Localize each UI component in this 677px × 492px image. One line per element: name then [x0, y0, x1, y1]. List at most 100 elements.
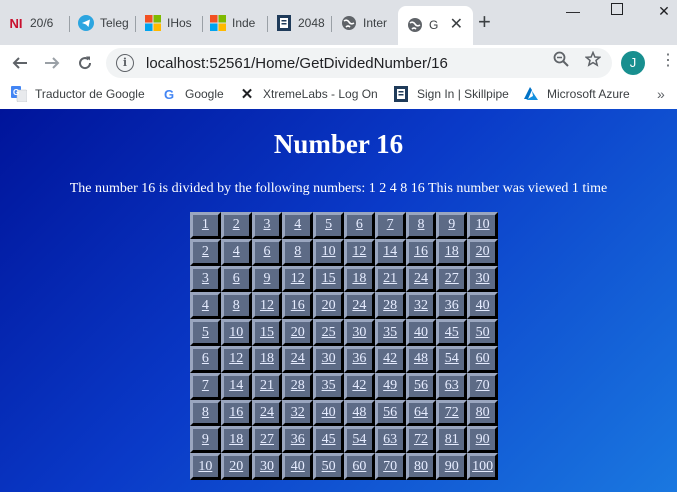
number-link[interactable]: 9 — [202, 432, 209, 447]
back-icon[interactable] — [8, 51, 32, 75]
number-link[interactable]: 30 — [352, 325, 366, 340]
number-link[interactable]: 24 — [291, 351, 305, 366]
number-link[interactable]: 5 — [325, 217, 332, 232]
number-link[interactable]: 10 — [229, 325, 243, 340]
profile-avatar[interactable]: J — [621, 51, 645, 75]
number-link[interactable]: 10 — [198, 459, 212, 474]
number-link[interactable]: 42 — [383, 351, 397, 366]
number-link[interactable]: 27 — [445, 271, 459, 286]
number-link[interactable]: 6 — [202, 351, 209, 366]
number-link[interactable]: 32 — [414, 298, 428, 313]
bookmark-azure[interactable]: Microsoft Azure — [523, 86, 630, 102]
number-link[interactable]: 56 — [414, 378, 428, 393]
number-link[interactable]: 35 — [322, 378, 336, 393]
number-link[interactable]: 20 — [291, 325, 305, 340]
number-link[interactable]: 21 — [260, 378, 274, 393]
bookmark-google[interactable]: G Google — [161, 86, 224, 102]
number-link[interactable]: 45 — [322, 432, 336, 447]
tab-6[interactable]: Inter — [341, 8, 397, 38]
number-link[interactable]: 64 — [414, 405, 428, 420]
number-link[interactable]: 60 — [476, 351, 490, 366]
more-bookmarks-icon[interactable]: » — [657, 86, 665, 102]
number-link[interactable]: 56 — [383, 405, 397, 420]
number-link[interactable]: 35 — [383, 325, 397, 340]
number-link[interactable]: 18 — [352, 271, 366, 286]
number-link[interactable]: 70 — [476, 378, 490, 393]
number-link[interactable]: 9 — [448, 217, 455, 232]
number-link[interactable]: 12 — [291, 271, 305, 286]
number-link[interactable]: 4 — [233, 244, 240, 259]
tab-active[interactable]: G ✕ — [398, 6, 473, 45]
number-link[interactable]: 24 — [352, 298, 366, 313]
number-link[interactable]: 36 — [352, 351, 366, 366]
reload-icon[interactable] — [73, 51, 97, 75]
number-link[interactable]: 14 — [229, 378, 243, 393]
tab-4[interactable]: Inde — [210, 8, 268, 38]
maximize-icon[interactable] — [607, 2, 627, 18]
zoom-icon[interactable] — [553, 51, 569, 71]
number-link[interactable]: 36 — [291, 432, 305, 447]
number-link[interactable]: 4 — [202, 298, 209, 313]
menu-icon[interactable]: ⋮ — [660, 53, 676, 69]
number-link[interactable]: 25 — [322, 325, 336, 340]
tab-2[interactable]: Teleg — [78, 8, 136, 38]
number-link[interactable]: 7 — [202, 378, 209, 393]
forward-icon[interactable] — [40, 51, 64, 75]
number-link[interactable]: 70 — [383, 459, 397, 474]
number-link[interactable]: 20 — [322, 298, 336, 313]
number-link[interactable]: 28 — [291, 378, 305, 393]
number-link[interactable]: 90 — [445, 459, 459, 474]
number-link[interactable]: 60 — [352, 459, 366, 474]
number-link[interactable]: 15 — [260, 325, 274, 340]
number-link[interactable]: 16 — [414, 244, 428, 259]
number-link[interactable]: 72 — [414, 432, 428, 447]
number-link[interactable]: 90 — [476, 432, 490, 447]
number-link[interactable]: 16 — [229, 405, 243, 420]
number-link[interactable]: 4 — [294, 217, 301, 232]
number-link[interactable]: 5 — [202, 325, 209, 340]
new-tab-icon[interactable]: + — [478, 11, 491, 33]
tab-5[interactable]: 2048 — [276, 8, 332, 38]
number-link[interactable]: 21 — [383, 271, 397, 286]
number-link[interactable]: 3 — [263, 217, 270, 232]
number-link[interactable]: 18 — [260, 351, 274, 366]
number-link[interactable]: 72 — [445, 405, 459, 420]
number-link[interactable]: 1 — [202, 217, 209, 232]
number-link[interactable]: 12 — [229, 351, 243, 366]
number-link[interactable]: 40 — [414, 325, 428, 340]
number-link[interactable]: 30 — [260, 459, 274, 474]
number-link[interactable]: 18 — [445, 244, 459, 259]
number-link[interactable]: 30 — [322, 351, 336, 366]
number-link[interactable]: 8 — [294, 244, 301, 259]
number-link[interactable]: 54 — [445, 351, 459, 366]
address-bar[interactable]: i localhost:52561/Home/GetDividedNumber/… — [106, 48, 612, 78]
number-link[interactable]: 3 — [202, 271, 209, 286]
number-link[interactable]: 12 — [260, 298, 274, 313]
site-info-icon[interactable]: i — [116, 54, 134, 72]
bookmark-google-translate[interactable]: G Traductor de Google — [11, 86, 145, 102]
number-link[interactable]: 6 — [233, 271, 240, 286]
number-link[interactable]: 81 — [445, 432, 459, 447]
number-link[interactable]: 8 — [202, 405, 209, 420]
number-link[interactable]: 24 — [260, 405, 274, 420]
number-link[interactable]: 10 — [322, 244, 336, 259]
number-link[interactable]: 15 — [322, 271, 336, 286]
close-window-icon[interactable]: ✕ — [654, 3, 674, 20]
number-link[interactable]: 2 — [233, 217, 240, 232]
number-link[interactable]: 6 — [263, 244, 270, 259]
number-link[interactable]: 32 — [291, 405, 305, 420]
number-link[interactable]: 54 — [352, 432, 366, 447]
number-link[interactable]: 48 — [352, 405, 366, 420]
number-link[interactable]: 30 — [476, 271, 490, 286]
number-link[interactable]: 40 — [476, 298, 490, 313]
number-link[interactable]: 8 — [417, 217, 424, 232]
number-link[interactable]: 12 — [352, 244, 366, 259]
number-link[interactable]: 100 — [472, 459, 493, 474]
number-link[interactable]: 6 — [356, 217, 363, 232]
number-link[interactable]: 10 — [476, 217, 490, 232]
number-link[interactable]: 40 — [322, 405, 336, 420]
number-link[interactable]: 18 — [229, 432, 243, 447]
number-link[interactable]: 63 — [445, 378, 459, 393]
number-link[interactable]: 9 — [263, 271, 270, 286]
number-link[interactable]: 24 — [414, 271, 428, 286]
